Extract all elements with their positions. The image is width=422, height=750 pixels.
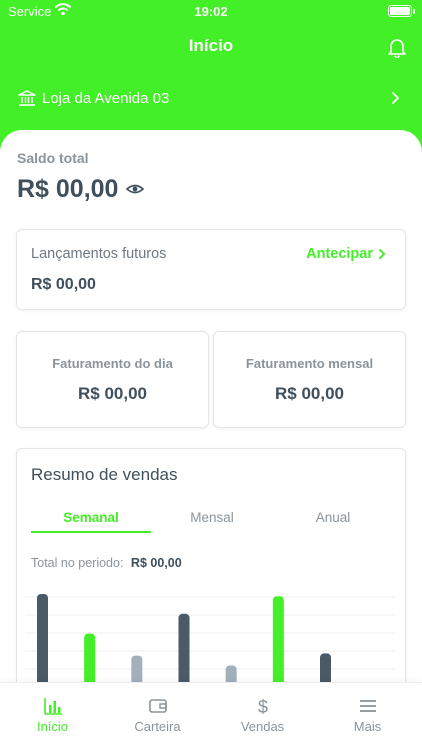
nav-item-mais[interactable]: Mais [315,697,420,734]
chevron-right-icon [379,249,385,259]
wallet-icon [148,699,167,713]
eye-icon[interactable] [126,180,144,198]
anticipate-label: Antecipar [306,246,373,262]
period-tabs: Semanal Mensal Anual [31,510,391,532]
store-name: Loja da Avenida 03 [42,89,170,107]
sales-summary-card: Resumo de vendas Semanal Mensal Anual To… [16,448,406,708]
status-time: 19:02 [194,4,228,19]
period-total: Total no periodo: R$ 00,00 [31,556,182,570]
bell-icon[interactable] [386,36,408,58]
tab-monthly[interactable]: Mensal [152,510,272,525]
active-tab-indicator [31,531,151,533]
page-title: Início [188,36,234,55]
sales-summary-title: Resumo de vendas [31,465,178,484]
menu-icon [359,700,376,712]
monthly-revenue-card: Faturamento mensal R$ 00,00 [213,331,406,428]
nav-item-inicio[interactable]: Início [0,697,105,734]
balance-value: R$ 00,00 [17,175,119,203]
future-entries-card: Lançamentos futuros Antecipar R$ 00,00 [16,229,406,310]
balance-label: Saldo total [17,150,89,166]
monthly-revenue-value: R$ 00,00 [275,384,344,403]
period-total-label: Total no periodo: [31,556,124,570]
tab-yearly[interactable]: Anual [273,510,393,525]
bank-icon [18,90,36,106]
anticipate-button[interactable]: Antecipar [306,246,387,262]
future-entries-label: Lançamentos futuros [31,246,167,262]
nav-item-vendas[interactable]: $ Vendas [210,697,315,734]
battery-icon [388,5,412,17]
svg-text:$: $ [257,697,267,715]
daily-revenue-value: R$ 00,00 [78,384,147,403]
nav-label-vendas: Vendas [240,719,285,734]
status-bar: Service 19:02 [0,0,422,24]
bottom-nav: Início Carteira $ Vendas Mais [0,682,422,750]
store-selector[interactable]: Loja da Avenida 03 [18,86,404,110]
tab-weekly[interactable]: Semanal [31,510,151,525]
chevron-right-icon [392,92,399,104]
monthly-revenue-label: Faturamento mensal [245,356,374,371]
chart-bars-icon [43,698,62,715]
daily-revenue-label: Faturamento do dia [52,356,173,371]
period-total-value: R$ 00,00 [130,556,182,570]
nav-item-carteira[interactable]: Carteira [105,697,210,734]
dollar-icon: $ [257,697,267,715]
future-entries-value: R$ 00,00 [31,276,96,293]
daily-revenue-card: Faturamento do dia R$ 00,00 [16,331,209,428]
nav-label-inicio: Início [36,719,69,734]
battery-tip [413,9,415,14]
nav-label-carteira: Carteira [134,719,181,734]
nav-label-mais: Mais [353,719,382,734]
